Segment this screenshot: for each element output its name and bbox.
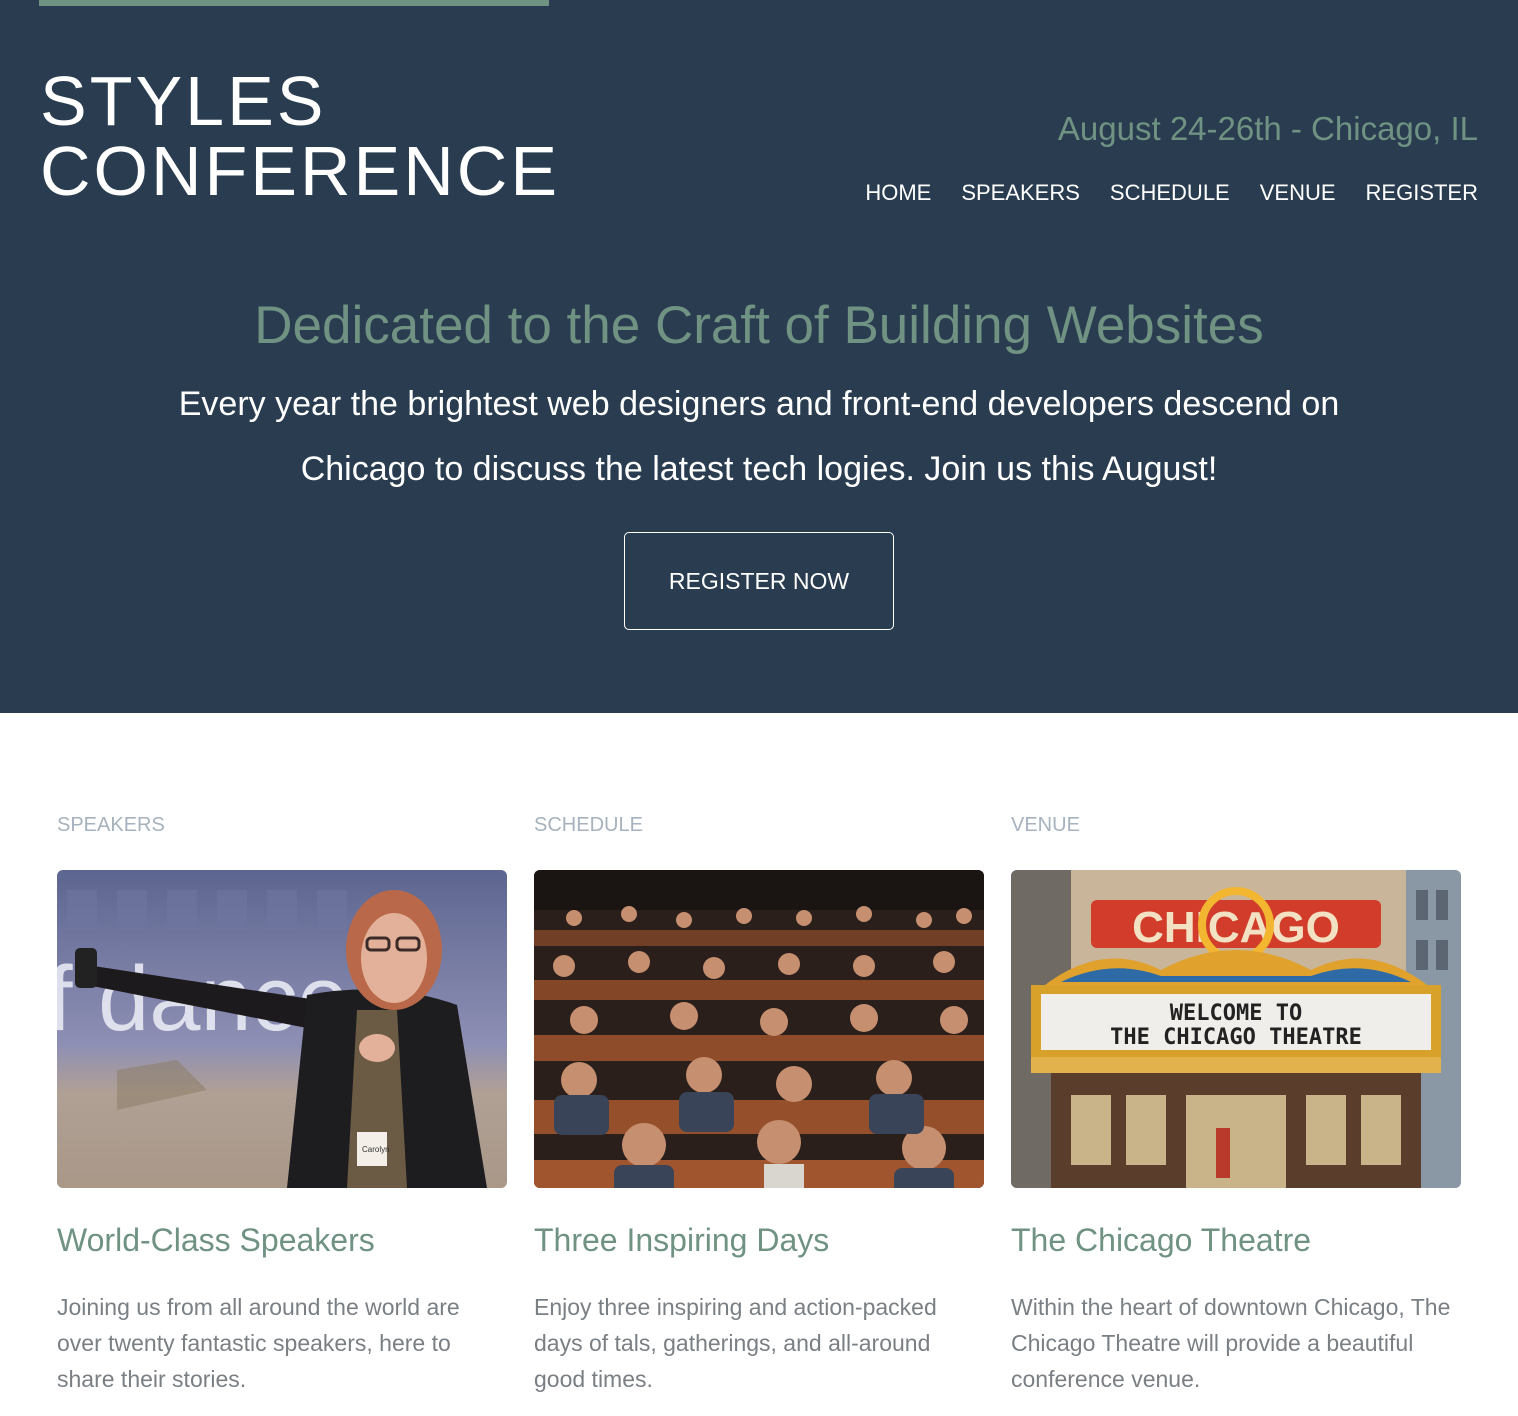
badge-text: Carolyn <box>362 1145 390 1154</box>
audience-photo[interactable] <box>534 870 984 1188</box>
venue-column: VENUE CHICAGO WELCOME TO THE CHICAGO THE… <box>1011 812 1461 1397</box>
hero-section: STYLES CONFERENCE August 24-26th - Chica… <box>0 0 1518 713</box>
accent-bar <box>39 0 549 6</box>
schedule-label: SCHEDULE <box>534 814 643 836</box>
register-now-button[interactable]: REGISTER NOW <box>624 532 894 630</box>
hero-intro: Every year the brightest web designers a… <box>178 385 1340 488</box>
nav-home[interactable]: HOME <box>865 179 931 207</box>
hero-headline: Dedicated to the Craft of Building Websi… <box>254 296 1264 355</box>
theatre-photo[interactable]: CHICAGO WELCOME TO THE CHICAGO THEATRE <box>1011 870 1461 1188</box>
marquee-line-1: WELCOME TO <box>1170 1001 1302 1026</box>
speakers-text: Joining us from all around the world are… <box>57 1294 460 1392</box>
schedule-column: SCHEDULE Three Inspiring Days Enjoy thre… <box>534 812 984 1397</box>
speaker-photo[interactable]: f dance Carolyn <box>57 870 507 1188</box>
event-date-location: August 24-26th - Chicago, IL <box>1057 110 1478 147</box>
venue-title: The Chicago Theatre <box>1011 1222 1312 1258</box>
marquee-sign: CHICAGO <box>1132 903 1340 952</box>
nav-venue[interactable]: VENUE <box>1260 179 1336 207</box>
nav-register[interactable]: REGISTER <box>1366 179 1478 207</box>
speakers-label: SPEAKERS <box>57 814 165 836</box>
venue-label: VENUE <box>1011 814 1080 836</box>
venue-text: Within the heart of downtown Chicago, Th… <box>1011 1294 1451 1392</box>
main-nav: HOME SPEAKERS SCHEDULE VENUE REGISTER <box>865 179 1478 207</box>
nav-schedule[interactable]: SCHEDULE <box>1110 179 1230 207</box>
nav-speakers[interactable]: SPEAKERS <box>961 179 1080 207</box>
marquee-line-2: THE CHICAGO THEATRE <box>1110 1025 1362 1050</box>
logo-line-1: STYLES <box>40 62 327 140</box>
speakers-column: SPEAKERS f dance <box>57 812 507 1397</box>
speakers-title: World-Class Speakers <box>57 1222 375 1258</box>
schedule-text: Enjoy three inspiring and action-packed … <box>534 1294 937 1392</box>
schedule-title: Three Inspiring Days <box>534 1222 830 1258</box>
site-logo[interactable]: STYLES CONFERENCE <box>40 66 560 206</box>
logo-line-2: CONFERENCE <box>40 132 561 210</box>
